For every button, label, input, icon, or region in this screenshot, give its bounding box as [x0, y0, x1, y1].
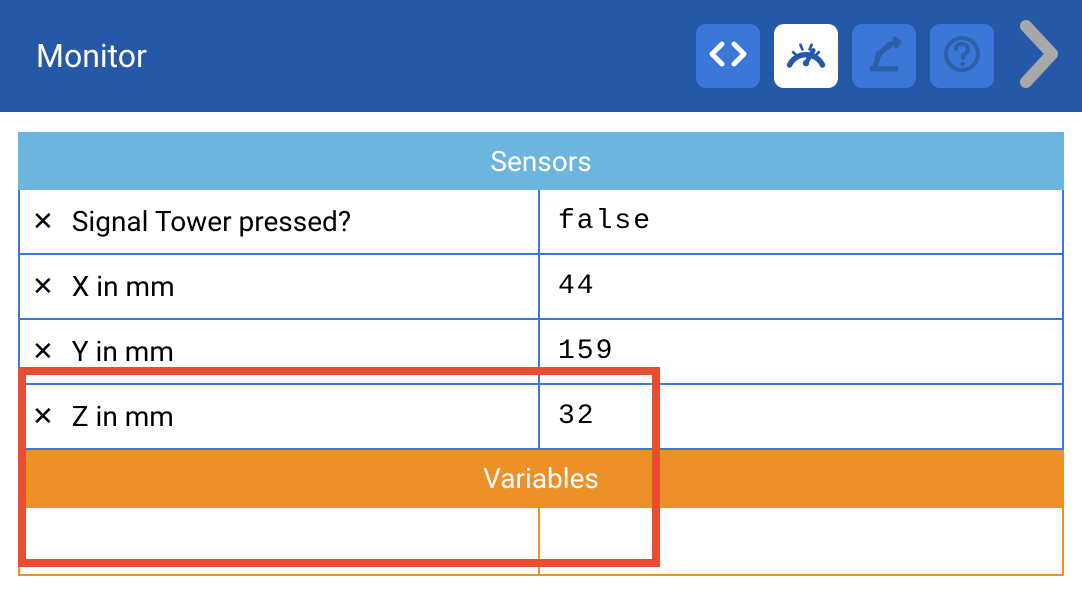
code-icon: [708, 34, 748, 78]
gauge-icon: [784, 32, 828, 80]
sensor-label-cell: ✕ Signal Tower pressed?: [18, 190, 538, 255]
close-icon[interactable]: ✕: [32, 404, 54, 430]
sensor-row: ✕ Y in mm 159: [18, 320, 1064, 385]
sensor-row: ✕ Signal Tower pressed? false: [18, 190, 1064, 255]
page-title: Monitor: [36, 37, 696, 75]
close-icon[interactable]: ✕: [32, 274, 54, 300]
sensors-section-header: Sensors: [18, 132, 1064, 190]
sensor-label-cell: ✕ Z in mm: [18, 385, 538, 450]
sensor-row: ✕ Z in mm 32: [18, 385, 1064, 450]
sensor-label-cell: ✕ Y in mm: [18, 320, 538, 385]
monitor-view-button[interactable]: [774, 24, 838, 88]
sensor-row: ✕ X in mm 44: [18, 255, 1064, 320]
close-icon[interactable]: ✕: [32, 339, 54, 365]
variable-value-cell: [538, 508, 1064, 576]
sensor-value-cell: 44: [538, 255, 1064, 320]
sensor-value-cell: false: [538, 190, 1064, 255]
chevron-right-icon: [1018, 18, 1062, 94]
sensor-label: Z in mm: [72, 400, 174, 433]
sensor-label: Signal Tower pressed?: [72, 205, 351, 238]
help-icon: [942, 34, 982, 78]
variables-section-header: Variables: [18, 450, 1064, 508]
sensor-label: X in mm: [72, 270, 175, 303]
variable-label-cell: [18, 508, 538, 576]
sensor-label: Y in mm: [72, 335, 174, 368]
content-area: Sensors ✕ Signal Tower pressed? false ✕ …: [0, 112, 1082, 576]
close-icon[interactable]: ✕: [32, 209, 54, 235]
robot-view-button[interactable]: [852, 24, 916, 88]
robot-icon: [863, 33, 905, 79]
help-button[interactable]: [930, 24, 994, 88]
app-header: Monitor: [0, 0, 1082, 112]
sensor-value-cell: 159: [538, 320, 1064, 385]
sensor-label-cell: ✕ X in mm: [18, 255, 538, 320]
variables-empty-row: [18, 508, 1064, 576]
header-buttons: [696, 18, 1062, 94]
next-button[interactable]: [1018, 18, 1062, 94]
sensor-value-cell: 32: [538, 385, 1064, 450]
code-view-button[interactable]: [696, 24, 760, 88]
